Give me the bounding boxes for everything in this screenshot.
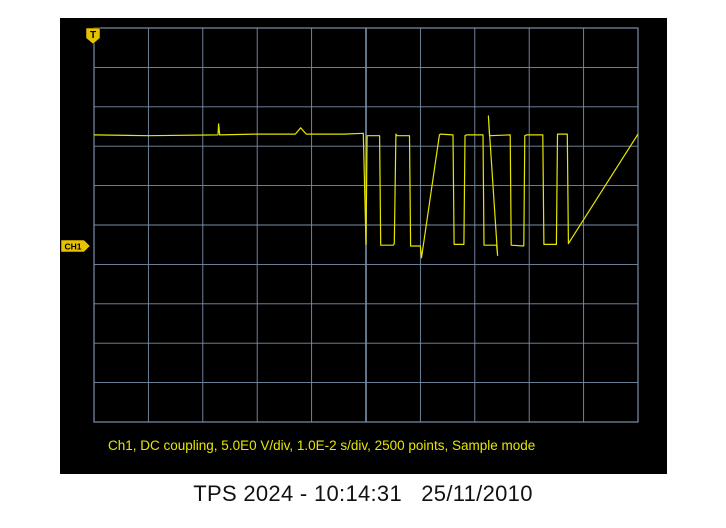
scope-settings-label: Ch1, DC coupling, 5.0E0 V/div, 1.0E-2 s/… xyxy=(108,438,535,453)
trigger-marker: T xyxy=(85,27,101,45)
trigger-marker-label: T xyxy=(90,30,96,41)
channel-marker: CH1 xyxy=(60,239,91,253)
waveform-chart: T CH1 Ch1, DC coupling, 5.0E0 V/div, 1.0… xyxy=(60,27,639,453)
caption-model-time: TPS 2024 - 10:14:31 xyxy=(193,481,402,506)
caption-date: 25/11/2010 xyxy=(421,481,533,506)
instrument-caption: TPS 2024 - 10:14:31 25/11/2010 xyxy=(0,481,726,507)
channel-marker-label: CH1 xyxy=(64,242,81,252)
